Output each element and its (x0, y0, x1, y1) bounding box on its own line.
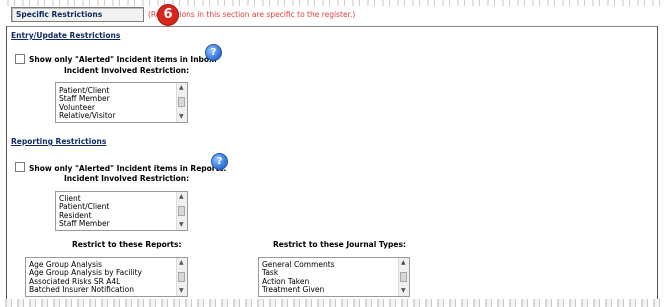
inbox-alert-checkbox[interactable] (15, 54, 25, 64)
reports-alert-checkbox[interactable] (15, 162, 25, 172)
journal-types-options: General Comments Task Action Taken Treat… (262, 260, 335, 295)
scroll-thumb[interactable] (400, 272, 407, 282)
inbox-alert-label: Show only "Alerted" Incident items in In… (29, 55, 217, 64)
entry-restriction-label: Incident Involved Restriction: (64, 66, 190, 75)
entry-scrollbar[interactable]: ▲ ▼ (176, 83, 187, 122)
chevron-up-icon[interactable]: ▲ (179, 194, 184, 200)
chevron-up-icon[interactable]: ▲ (401, 260, 406, 266)
list-item[interactable]: Staff Member (59, 220, 110, 229)
entry-restriction-listbox[interactable]: Patient/Client Staff Member Volunteer Re… (55, 82, 188, 123)
reports-label: Restrict to these Reports: (72, 240, 182, 249)
entry-restriction-options: Patient/Client Staff Member Volunteer Re… (59, 86, 115, 121)
reports-options: Age Group Analysis Age Group Analysis by… (29, 260, 142, 295)
torn-edge-bottom (0, 299, 664, 307)
reports-scrollbar[interactable]: ▲ ▼ (176, 258, 187, 296)
reporting-section-title: Reporting Restrictions (11, 137, 107, 146)
chevron-down-icon[interactable]: ▼ (179, 222, 184, 228)
list-item[interactable]: Relative/Visitor (59, 112, 115, 121)
torn-edge-top (0, 0, 664, 6)
scroll-thumb[interactable] (178, 206, 185, 216)
chevron-down-icon[interactable]: ▼ (401, 288, 406, 294)
reporting-restriction-options: Client Patient/Client Resident Staff Mem… (59, 194, 110, 229)
reports-listbox[interactable]: Age Group Analysis Age Group Analysis by… (25, 257, 188, 297)
help-icon[interactable]: ? (205, 44, 222, 61)
help-icon[interactable]: ? (211, 153, 228, 170)
reporting-scrollbar[interactable]: ▲ ▼ (176, 192, 187, 230)
callout-badge: 6 (157, 4, 179, 26)
list-item[interactable]: Treatment Given (262, 286, 335, 295)
entry-section-title: Entry/Update Restrictions (11, 31, 121, 40)
journal-types-listbox[interactable]: General Comments Task Action Taken Treat… (258, 257, 410, 297)
chevron-down-icon[interactable]: ▼ (179, 288, 184, 294)
section-header-label: Specific Restrictions (16, 10, 103, 19)
reporting-restriction-label: Incident Involved Restriction: (64, 174, 190, 183)
section-note: (Restrictions in this section are specif… (148, 10, 356, 19)
chevron-down-icon[interactable]: ▼ (179, 114, 184, 120)
journal-types-scrollbar[interactable]: ▲ ▼ (398, 258, 409, 296)
chevron-up-icon[interactable]: ▲ (179, 85, 184, 91)
section-header: Specific Restrictions (11, 7, 144, 22)
reporting-restriction-listbox[interactable]: Client Patient/Client Resident Staff Mem… (55, 191, 188, 231)
chevron-up-icon[interactable]: ▲ (179, 260, 184, 266)
reports-alert-label: Show only "Alerted" Incident items in Re… (29, 164, 227, 173)
scroll-thumb[interactable] (178, 272, 185, 282)
scroll-thumb[interactable] (178, 97, 185, 107)
list-item[interactable]: Batched Insurer Notification (29, 286, 142, 295)
journal-types-label: Restrict to these Journal Types: (273, 240, 406, 249)
